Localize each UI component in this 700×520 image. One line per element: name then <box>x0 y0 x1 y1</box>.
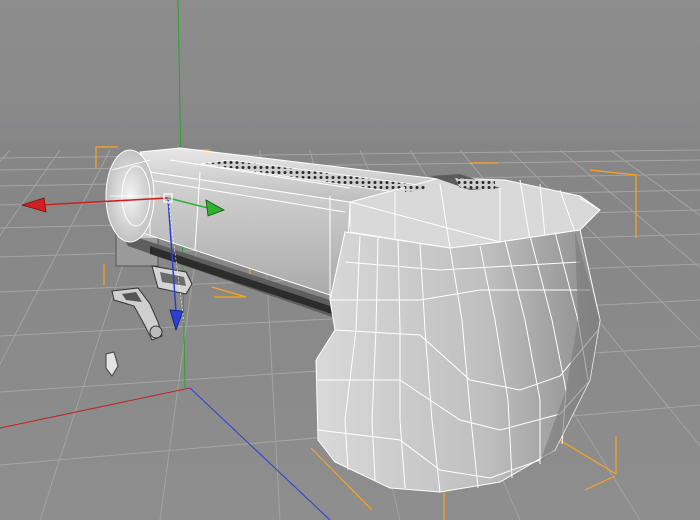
3d-viewport[interactable] <box>0 0 700 520</box>
viewport-sky <box>0 0 700 140</box>
viewport-canvas[interactable] <box>0 0 700 520</box>
